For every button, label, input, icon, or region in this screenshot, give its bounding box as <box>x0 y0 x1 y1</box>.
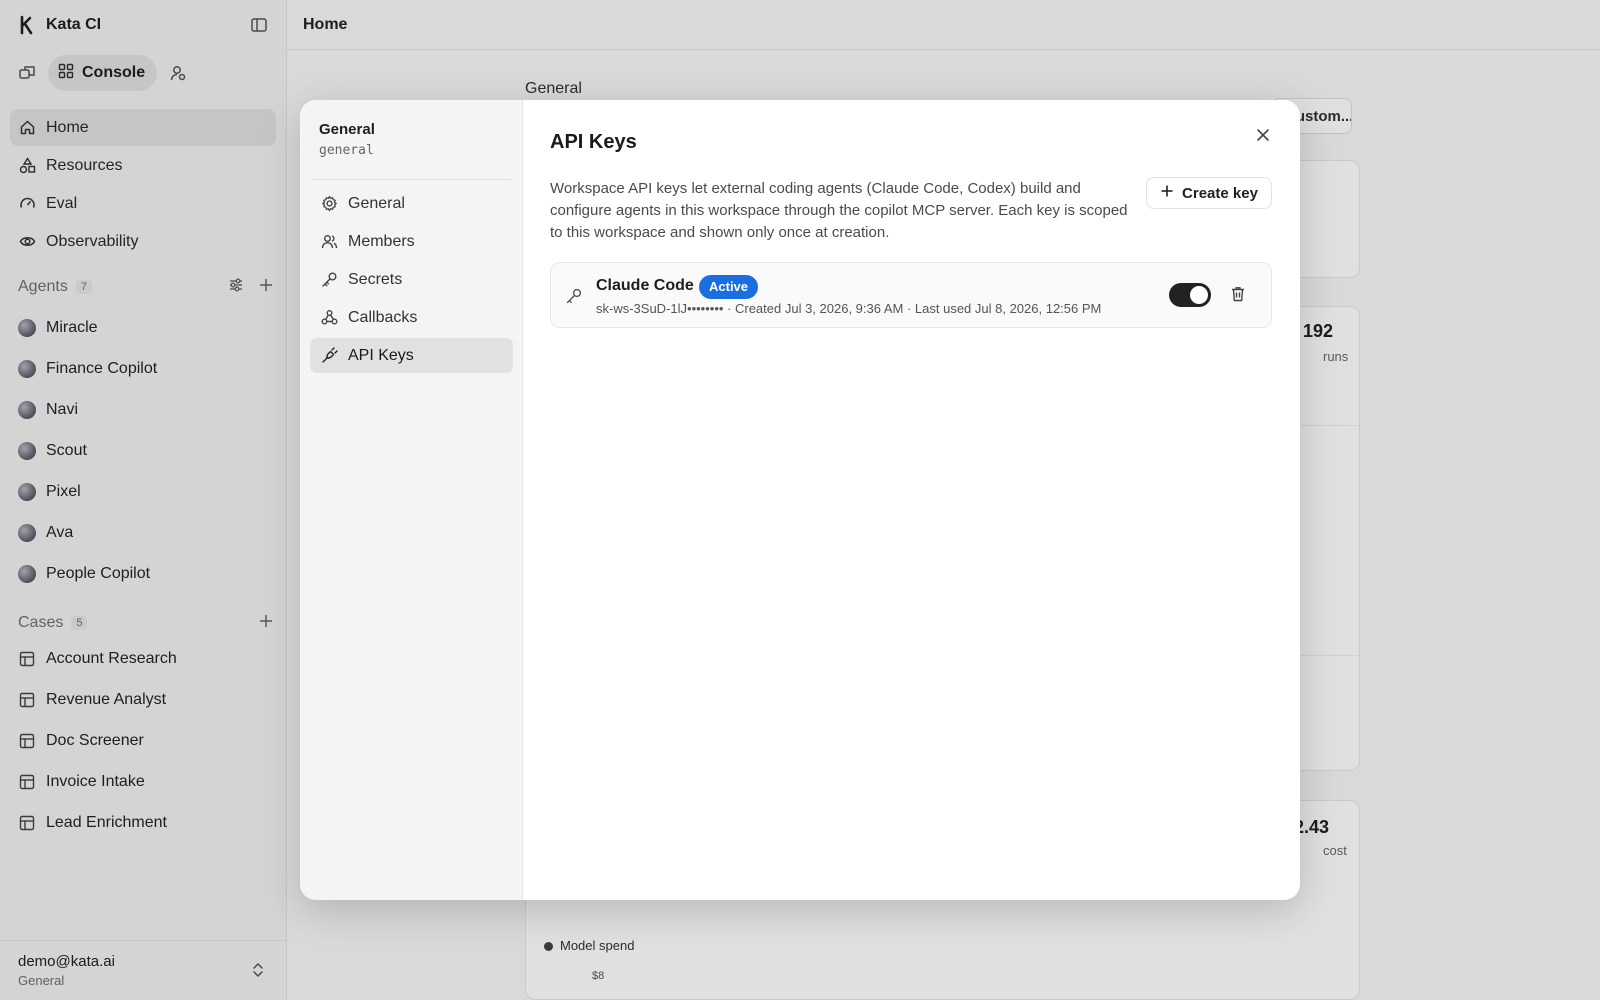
settings-item-secrets[interactable]: Secrets <box>310 262 513 297</box>
trash-icon[interactable] <box>1229 285 1247 303</box>
users-icon <box>320 233 338 251</box>
status-badge: Active <box>699 275 759 299</box>
settings-item-api-keys[interactable]: API Keys <box>310 338 513 373</box>
create-key-label: Create key <box>1182 184 1258 202</box>
settings-item-label: Secrets <box>348 270 403 288</box>
webhook-icon <box>320 309 338 327</box>
settings-item-label: Members <box>348 232 415 250</box>
settings-item-label: General <box>348 194 405 212</box>
close-icon[interactable] <box>1254 126 1272 144</box>
settings-item-general[interactable]: General <box>310 186 513 221</box>
plus-icon <box>1160 184 1174 202</box>
settings-item-label: Callbacks <box>348 308 418 326</box>
settings-item-members[interactable]: Members <box>310 224 513 259</box>
workspace-slug: general <box>319 143 374 158</box>
api-key-name: Claude Code <box>596 277 694 294</box>
settings-sidebar: General general General Members Secrets <box>300 100 523 900</box>
key-icon <box>320 271 338 289</box>
plug-icon <box>320 347 338 365</box>
divider <box>312 179 511 180</box>
workspace-name: General <box>319 121 375 138</box>
modal-title: API Keys <box>550 131 637 153</box>
api-key-meta: sk-ws-3SuD-1lJ•••••••• · Created Jul 3, … <box>596 301 1102 316</box>
gear-icon <box>320 195 338 213</box>
toggle-knob <box>1190 286 1208 304</box>
api-key-row: Claude Code Active sk-ws-3SuD-1lJ•••••••… <box>550 262 1272 328</box>
settings-item-label: API Keys <box>348 346 414 364</box>
api-keys-description: Workspace API keys let external coding a… <box>550 180 1128 241</box>
create-key-button[interactable]: Create key <box>1146 177 1272 209</box>
api-key-enabled-toggle[interactable] <box>1169 283 1211 307</box>
key-icon <box>565 287 583 305</box>
settings-item-callbacks[interactable]: Callbacks <box>310 300 513 335</box>
settings-modal: General general General Members Secrets <box>300 100 1300 900</box>
